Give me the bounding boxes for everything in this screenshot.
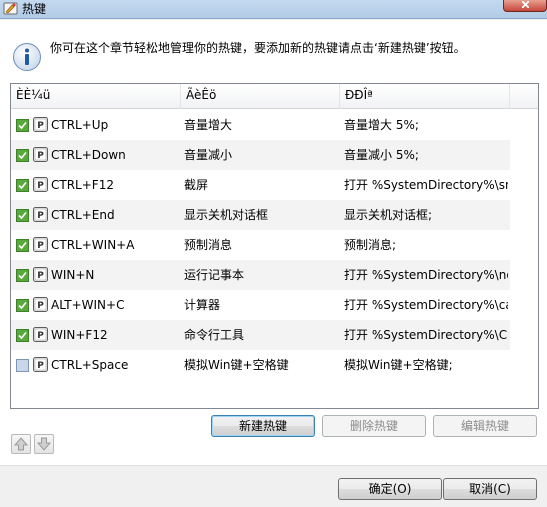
checkbox-unchecked-icon[interactable] — [16, 359, 29, 372]
hotkey-cell: ALT+WIN+C — [51, 298, 125, 312]
move-up-button[interactable] — [11, 434, 31, 454]
description-cell: 音量增大 — [184, 118, 233, 132]
hotkey-p-icon: P — [33, 237, 48, 252]
move-down-button[interactable] — [34, 434, 54, 454]
svg-text:P: P — [37, 301, 44, 311]
checkbox-checked-icon[interactable] — [16, 179, 29, 192]
description-cell: 截屏 — [184, 178, 209, 192]
description-cell: 运行记事本 — [184, 268, 245, 282]
title-bar: 热键 — [0, 0, 547, 19]
hotkey-app-icon — [3, 2, 18, 15]
action-cell: 音量减小 5%; — [344, 148, 419, 162]
hotkey-cell: WIN+F12 — [51, 328, 108, 342]
new-hotkey-button[interactable]: 新建热键 — [211, 415, 315, 437]
dialog-content: 你可在这个章节轻松地管理你的热键，要添加新的热键请点击‘新建热键’按钮。 ÈÈ¼… — [0, 20, 547, 465]
description-cell: 预制消息 — [184, 238, 233, 252]
hotkey-cell: CTRL+Up — [51, 118, 109, 132]
hotkey-cell: CTRL+WIN+A — [51, 238, 135, 252]
hotkey-p-icon: P — [33, 267, 48, 282]
svg-text:P: P — [37, 331, 44, 341]
checkbox-checked-icon[interactable] — [16, 299, 29, 312]
table-row[interactable]: P CTRL+Down 音量减小 音量减小 5%; — [11, 140, 510, 170]
checkbox-checked-icon[interactable] — [16, 329, 29, 342]
description-cell: 音量减小 — [184, 148, 233, 162]
hotkey-p-icon: P — [33, 207, 48, 222]
hotkey-p-icon: P — [33, 327, 48, 342]
dialog-footer: 确定(O) 取消(C) — [0, 465, 547, 507]
column-header-action[interactable]: ÐÐÎª — [340, 84, 510, 109]
action-cell: 打开 %SystemDirectory%\note... — [344, 268, 508, 282]
svg-text:P: P — [37, 241, 44, 251]
hotkey-p-icon: P — [33, 177, 48, 192]
arrow-down-icon — [36, 437, 52, 451]
hotkey-cell: CTRL+End — [51, 208, 115, 222]
description-cell: 计算器 — [184, 298, 221, 312]
table-row[interactable]: P CTRL+Up 音量增大 音量增大 5%; — [11, 110, 510, 140]
hotkey-cell: CTRL+Space — [51, 358, 129, 372]
table-row[interactable]: P ALT+WIN+C 计算器 打开 %SystemDirectory%\calc..… — [11, 290, 510, 320]
svg-text:P: P — [37, 271, 44, 281]
hotkey-list[interactable]: ÈÈ¼ü ÃèÊö ÐÐÎª P CTRL+Up 音量增大 音量增大 5%; P CTRL… — [10, 83, 539, 409]
hotkey-p-icon: P — [33, 357, 48, 372]
action-cell: 打开 %SystemDirectory%\Cmd... — [344, 328, 508, 342]
svg-text:P: P — [37, 181, 44, 191]
description-cell: 命令行工具 — [184, 328, 245, 342]
action-cell: 预制消息; — [344, 238, 397, 252]
window-title: 热键 — [22, 2, 47, 16]
checkbox-checked-icon[interactable] — [16, 209, 29, 222]
window-close-button[interactable] — [503, 0, 547, 12]
checkbox-checked-icon[interactable] — [16, 149, 29, 162]
action-cell: 打开 %SystemDirectory%\snip... — [344, 178, 508, 192]
description-cell: 模拟Win键+空格键 — [184, 358, 289, 372]
action-cell: 显示关机对话框; — [344, 208, 433, 222]
description-cell: 显示关机对话框 — [184, 208, 269, 222]
delete-hotkey-button[interactable]: 删除热键 — [322, 415, 426, 437]
svg-text:P: P — [37, 151, 44, 161]
checkbox-checked-icon[interactable] — [16, 239, 29, 252]
table-row[interactable]: P CTRL+Space 模拟Win键+空格键 模拟Win键+空格键; — [11, 350, 510, 380]
hotkey-cell: CTRL+Down — [51, 148, 126, 162]
action-cell: 模拟Win键+空格键; — [344, 358, 453, 372]
column-header-description[interactable]: ÃèÊö — [181, 84, 340, 109]
table-row[interactable]: P CTRL+WIN+A 预制消息 预制消息; — [11, 230, 510, 260]
table-row[interactable]: P CTRL+F12 截屏 打开 %SystemDirectory%\snip... — [11, 170, 510, 200]
action-cell: 打开 %SystemDirectory%\calc.... — [344, 298, 508, 312]
hotkey-cell: CTRL+F12 — [51, 178, 114, 192]
hotkey-p-icon: P — [33, 117, 48, 132]
column-header-filler — [510, 84, 538, 109]
checkbox-checked-icon[interactable] — [16, 269, 29, 282]
table-row[interactable]: P CTRL+End 显示关机对话框 显示关机对话框; — [11, 200, 510, 230]
hotkey-cell: WIN+N — [51, 268, 95, 282]
column-header-hotkey[interactable]: ÈÈ¼ü — [11, 84, 181, 109]
svg-text:P: P — [37, 361, 44, 371]
svg-text:P: P — [37, 211, 44, 221]
hotkey-p-icon: P — [33, 147, 48, 162]
list-header: ÈÈ¼ü ÃèÊö ÐÐÎª — [11, 84, 538, 109]
hotkey-p-icon: P — [33, 297, 48, 312]
table-row[interactable]: P WIN+N 运行记事本 打开 %SystemDirectory%\note... — [11, 260, 510, 290]
svg-text:P: P — [37, 121, 44, 131]
cancel-button[interactable]: 取消(C) — [443, 478, 537, 500]
info-icon — [13, 43, 41, 71]
checkbox-checked-icon[interactable] — [16, 119, 29, 132]
edit-hotkey-button[interactable]: 编辑热键 — [433, 415, 537, 437]
info-message: 你可在这个章节轻松地管理你的热键，要添加新的热键请点击‘新建热键’按钮。 — [50, 41, 466, 55]
arrow-up-icon — [13, 437, 29, 451]
action-cell: 音量增大 5%; — [344, 118, 419, 132]
table-row[interactable]: P WIN+F12 命令行工具 打开 %SystemDirectory%\Cmd... — [11, 320, 510, 350]
ok-button[interactable]: 确定(O) — [338, 478, 442, 500]
